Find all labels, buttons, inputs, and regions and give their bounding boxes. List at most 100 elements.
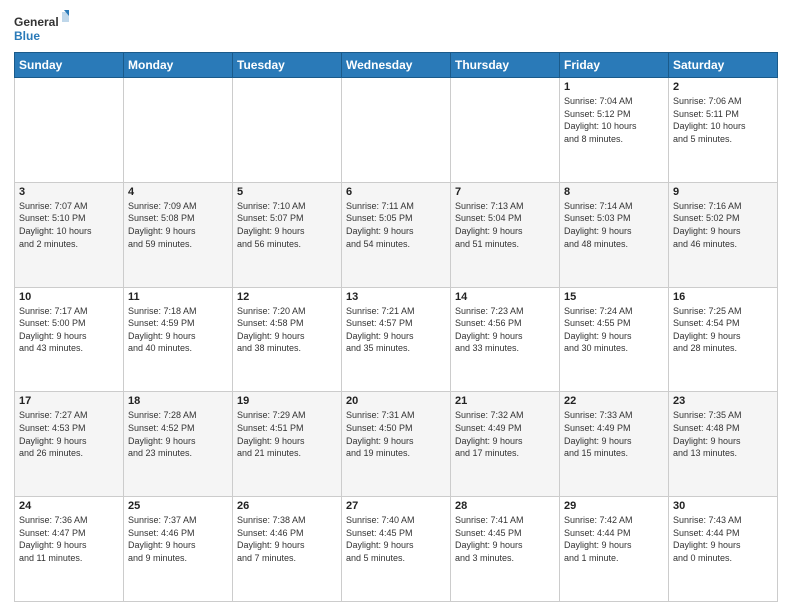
col-header-tuesday: Tuesday: [233, 53, 342, 78]
day-info: Sunrise: 7:17 AM Sunset: 5:00 PM Dayligh…: [19, 305, 119, 355]
calendar-cell: 18 Sunrise: 7:28 AM Sunset: 4:52 PM Dayli…: [124, 392, 233, 497]
day-info: Sunrise: 7:35 AM Sunset: 4:48 PM Dayligh…: [673, 409, 773, 459]
day-number: 16: [673, 291, 773, 303]
calendar-cell: 9 Sunrise: 7:16 AM Sunset: 5:02 PM Daylig…: [669, 182, 778, 287]
calendar-cell: 28 Sunrise: 7:41 AM Sunset: 4:45 PM Dayli…: [451, 497, 560, 602]
day-number: 19: [237, 395, 337, 407]
day-number: 2: [673, 81, 773, 93]
day-number: 28: [455, 500, 555, 512]
day-info: Sunrise: 7:36 AM Sunset: 4:47 PM Dayligh…: [19, 514, 119, 564]
calendar-cell: 8 Sunrise: 7:14 AM Sunset: 5:03 PM Daylig…: [560, 182, 669, 287]
day-number: 21: [455, 395, 555, 407]
day-number: 29: [564, 500, 664, 512]
calendar-cell: 26 Sunrise: 7:38 AM Sunset: 4:46 PM Dayli…: [233, 497, 342, 602]
calendar-cell: 17 Sunrise: 7:27 AM Sunset: 4:53 PM Dayli…: [15, 392, 124, 497]
day-info: Sunrise: 7:07 AM Sunset: 5:10 PM Dayligh…: [19, 200, 119, 250]
day-number: 8: [564, 186, 664, 198]
col-header-thursday: Thursday: [451, 53, 560, 78]
day-number: 12: [237, 291, 337, 303]
logo: General Blue: [14, 10, 69, 46]
day-info: Sunrise: 7:33 AM Sunset: 4:49 PM Dayligh…: [564, 409, 664, 459]
calendar-cell: [233, 78, 342, 183]
week-row-1: 1 Sunrise: 7:04 AM Sunset: 5:12 PM Daylig…: [15, 78, 778, 183]
day-info: Sunrise: 7:41 AM Sunset: 4:45 PM Dayligh…: [455, 514, 555, 564]
day-info: Sunrise: 7:37 AM Sunset: 4:46 PM Dayligh…: [128, 514, 228, 564]
calendar-cell: 1 Sunrise: 7:04 AM Sunset: 5:12 PM Daylig…: [560, 78, 669, 183]
calendar-cell: 30 Sunrise: 7:43 AM Sunset: 4:44 PM Dayli…: [669, 497, 778, 602]
calendar-cell: 3 Sunrise: 7:07 AM Sunset: 5:10 PM Daylig…: [15, 182, 124, 287]
calendar-cell: 11 Sunrise: 7:18 AM Sunset: 4:59 PM Dayli…: [124, 287, 233, 392]
day-info: Sunrise: 7:27 AM Sunset: 4:53 PM Dayligh…: [19, 409, 119, 459]
calendar-cell: 27 Sunrise: 7:40 AM Sunset: 4:45 PM Dayli…: [342, 497, 451, 602]
day-info: Sunrise: 7:18 AM Sunset: 4:59 PM Dayligh…: [128, 305, 228, 355]
calendar-cell: [124, 78, 233, 183]
svg-text:General: General: [14, 15, 59, 29]
header-row: SundayMondayTuesdayWednesdayThursdayFrid…: [15, 53, 778, 78]
calendar-cell: 12 Sunrise: 7:20 AM Sunset: 4:58 PM Dayli…: [233, 287, 342, 392]
calendar-cell: 5Sunrise: 7:10 AM Sunset: 5:07 PM Daylig…: [233, 182, 342, 287]
day-number: 4: [128, 186, 228, 198]
calendar-cell: [342, 78, 451, 183]
day-info: Sunrise: 7:24 AM Sunset: 4:55 PM Dayligh…: [564, 305, 664, 355]
day-number: 11: [128, 291, 228, 303]
day-number: 22: [564, 395, 664, 407]
day-number: 27: [346, 500, 446, 512]
day-info: Sunrise: 7:11 AM Sunset: 5:05 PM Dayligh…: [346, 200, 446, 250]
calendar-cell: 25 Sunrise: 7:37 AM Sunset: 4:46 PM Dayli…: [124, 497, 233, 602]
day-info: Sunrise: 7:28 AM Sunset: 4:52 PM Dayligh…: [128, 409, 228, 459]
day-number: 5: [237, 186, 337, 198]
svg-text:Blue: Blue: [14, 29, 40, 43]
day-number: 18: [128, 395, 228, 407]
week-row-5: 24 Sunrise: 7:36 AM Sunset: 4:47 PM Dayli…: [15, 497, 778, 602]
calendar-cell: 21 Sunrise: 7:32 AM Sunset: 4:49 PM Dayli…: [451, 392, 560, 497]
day-info: Sunrise: 7:38 AM Sunset: 4:46 PM Dayligh…: [237, 514, 337, 564]
day-number: 23: [673, 395, 773, 407]
day-info: Sunrise: 7:20 AM Sunset: 4:58 PM Dayligh…: [237, 305, 337, 355]
day-info: Sunrise: 7:40 AM Sunset: 4:45 PM Dayligh…: [346, 514, 446, 564]
day-number: 17: [19, 395, 119, 407]
day-number: 20: [346, 395, 446, 407]
calendar-table: SundayMondayTuesdayWednesdayThursdayFrid…: [14, 52, 778, 602]
day-number: 30: [673, 500, 773, 512]
week-row-2: 3 Sunrise: 7:07 AM Sunset: 5:10 PM Daylig…: [15, 182, 778, 287]
logo-svg: General Blue: [14, 10, 69, 46]
col-header-wednesday: Wednesday: [342, 53, 451, 78]
day-number: 6: [346, 186, 446, 198]
day-info: Sunrise: 7:14 AM Sunset: 5:03 PM Dayligh…: [564, 200, 664, 250]
day-info: Sunrise: 7:43 AM Sunset: 4:44 PM Dayligh…: [673, 514, 773, 564]
day-info: Sunrise: 7:32 AM Sunset: 4:49 PM Dayligh…: [455, 409, 555, 459]
day-info: Sunrise: 7:42 AM Sunset: 4:44 PM Dayligh…: [564, 514, 664, 564]
page: General Blue SundayMondayTuesdayWednesda…: [0, 0, 792, 612]
col-header-friday: Friday: [560, 53, 669, 78]
day-number: 9: [673, 186, 773, 198]
day-number: 3: [19, 186, 119, 198]
calendar-cell: 6 Sunrise: 7:11 AM Sunset: 5:05 PM Daylig…: [342, 182, 451, 287]
calendar-cell: 29 Sunrise: 7:42 AM Sunset: 4:44 PM Dayli…: [560, 497, 669, 602]
header: General Blue: [14, 10, 778, 46]
calendar-cell: 19Sunrise: 7:29 AM Sunset: 4:51 PM Dayli…: [233, 392, 342, 497]
day-info: Sunrise: 7:06 AM Sunset: 5:11 PM Dayligh…: [673, 95, 773, 145]
calendar-cell: [451, 78, 560, 183]
col-header-saturday: Saturday: [669, 53, 778, 78]
calendar-cell: 24 Sunrise: 7:36 AM Sunset: 4:47 PM Dayli…: [15, 497, 124, 602]
calendar-cell: 10 Sunrise: 7:17 AM Sunset: 5:00 PM Dayli…: [15, 287, 124, 392]
day-info: Sunrise: 7:13 AM Sunset: 5:04 PM Dayligh…: [455, 200, 555, 250]
day-number: 24: [19, 500, 119, 512]
day-info: Sunrise: 7:16 AM Sunset: 5:02 PM Dayligh…: [673, 200, 773, 250]
day-info: Sunrise: 7:04 AM Sunset: 5:12 PM Dayligh…: [564, 95, 664, 145]
calendar-cell: 16 Sunrise: 7:25 AM Sunset: 4:54 PM Dayli…: [669, 287, 778, 392]
calendar-cell: 7Sunrise: 7:13 AM Sunset: 5:04 PM Daylig…: [451, 182, 560, 287]
week-row-3: 10 Sunrise: 7:17 AM Sunset: 5:00 PM Dayli…: [15, 287, 778, 392]
calendar-cell: 23 Sunrise: 7:35 AM Sunset: 4:48 PM Dayli…: [669, 392, 778, 497]
day-number: 26: [237, 500, 337, 512]
day-number: 25: [128, 500, 228, 512]
calendar-cell: 2 Sunrise: 7:06 AM Sunset: 5:11 PM Daylig…: [669, 78, 778, 183]
day-number: 10: [19, 291, 119, 303]
week-row-4: 17 Sunrise: 7:27 AM Sunset: 4:53 PM Dayli…: [15, 392, 778, 497]
calendar-cell: [15, 78, 124, 183]
day-number: 1: [564, 81, 664, 93]
day-info: Sunrise: 7:21 AM Sunset: 4:57 PM Dayligh…: [346, 305, 446, 355]
calendar-cell: 14Sunrise: 7:23 AM Sunset: 4:56 PM Dayli…: [451, 287, 560, 392]
day-info: Sunrise: 7:25 AM Sunset: 4:54 PM Dayligh…: [673, 305, 773, 355]
day-number: 14: [455, 291, 555, 303]
